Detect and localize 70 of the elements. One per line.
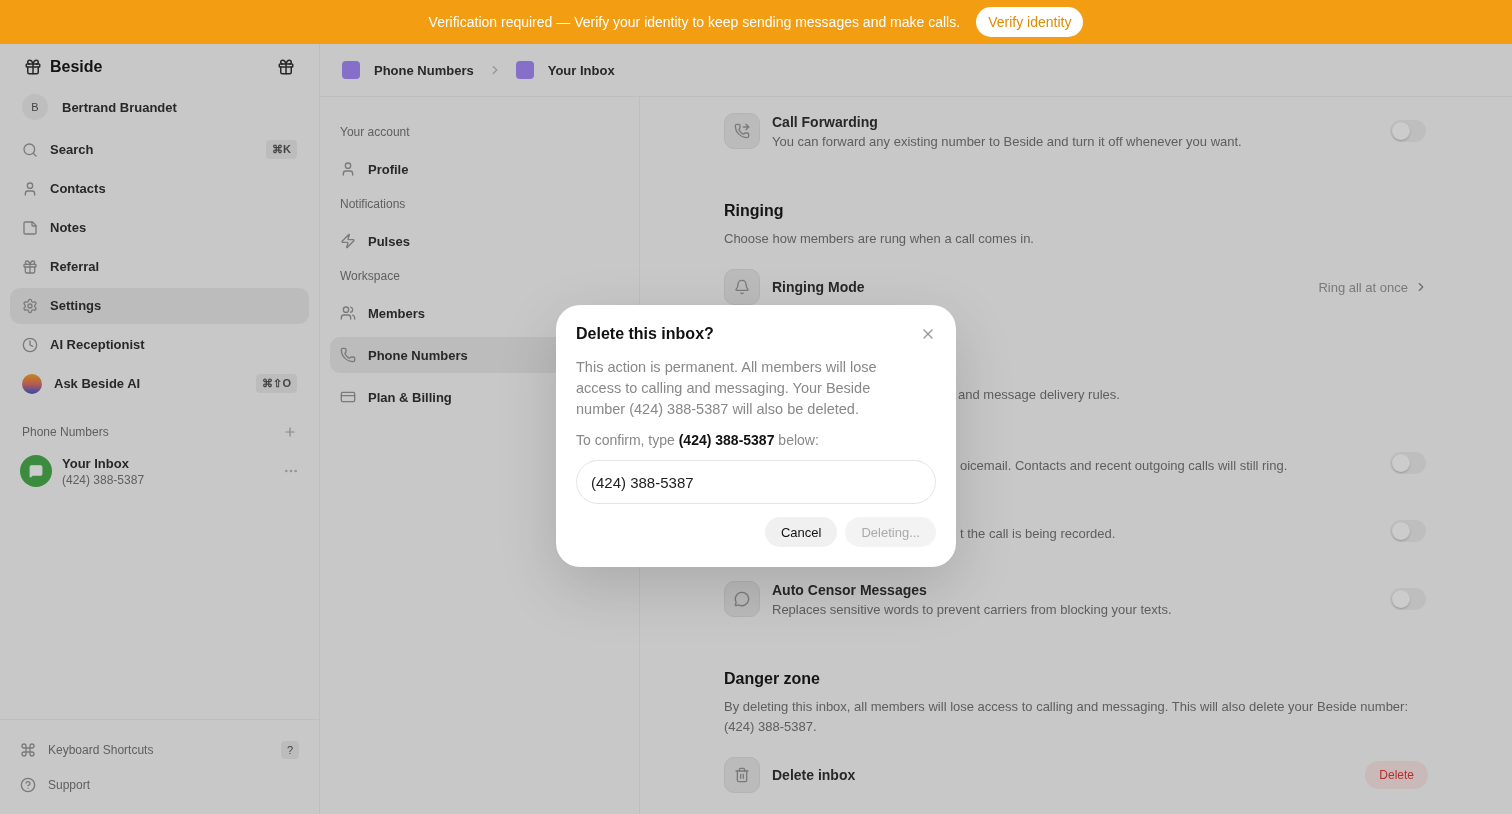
- orb-icon: [22, 373, 42, 394]
- section-description: By deleting this inbox, all members will lose access to calling and messaging. This will also delete your Beside number: (424) 388-5387.: [724, 698, 1410, 736]
- gift-icon: [22, 258, 38, 275]
- inbox-icon: [515, 61, 534, 79]
- inbox-avatar: [20, 455, 52, 487]
- help-icon: [20, 776, 36, 793]
- bolt-icon: [340, 233, 356, 249]
- nav-item[interactable]: Notes: [10, 209, 309, 246]
- user-name: Bertrand Bruandet: [62, 99, 177, 115]
- forward-icon: [734, 123, 750, 139]
- person-icon: [340, 161, 356, 177]
- gift-icon: [24, 58, 42, 76]
- person-icon: [22, 180, 38, 197]
- section-title: Phone Numbers: [22, 425, 109, 439]
- nav-item[interactable]: Contacts: [10, 170, 309, 207]
- group-title: Workspace: [339, 268, 401, 285]
- inbox-number: (424) 388-5387: [62, 472, 146, 487]
- nav-item[interactable]: Referral: [10, 248, 309, 285]
- toggle-switch[interactable]: [1390, 520, 1426, 542]
- row-description: oicemail. Contacts and recent outgoing calls will still ring.: [960, 457, 1289, 473]
- section-description: Choose how members are rung when a call comes in.: [724, 230, 1035, 248]
- plus-icon[interactable]: [283, 425, 297, 439]
- brand-name: Beside: [50, 58, 103, 76]
- shortcut-key: ⌘K: [266, 140, 297, 159]
- nav-item[interactable]: Settings: [10, 287, 309, 324]
- inbox-icon: [342, 61, 360, 79]
- breadcrumb-link[interactable]: Phone Numbers: [374, 62, 474, 78]
- user-avatar[interactable]: B: [22, 94, 48, 120]
- command-icon: [20, 741, 36, 758]
- trash-icon: [734, 767, 750, 783]
- row-description: You can forward any existing number to Beside and turn it off whenever you want.: [772, 133, 1243, 149]
- settings-nav-item[interactable]: Profile: [330, 151, 629, 187]
- shortcut-key: ?: [280, 740, 299, 759]
- phone-icon: [340, 347, 356, 363]
- bell-icon: [734, 279, 750, 295]
- toggle-switch[interactable]: [1390, 452, 1426, 474]
- people-icon: [340, 305, 356, 321]
- gift-icon[interactable]: [277, 58, 295, 76]
- footer-item[interactable]: Support: [10, 767, 309, 802]
- row-title: Ringing Mode: [772, 279, 866, 295]
- group-title: Your account: [339, 124, 411, 141]
- section-description: and message delivery rules.: [958, 386, 1121, 404]
- confirm-prompt: To confirm, type (424) 388-5387 below:: [576, 432, 820, 448]
- confirm-input[interactable]: (424) 388-5387: [576, 460, 936, 504]
- row-title: Auto Censor Messages: [772, 581, 928, 598]
- clock-icon: [22, 336, 38, 353]
- chat-icon: [734, 591, 750, 607]
- search-icon: [22, 141, 38, 158]
- group-title: Notifications: [339, 196, 407, 213]
- settings-icon: [22, 297, 38, 314]
- row-description: Replaces sensitive words to prevent carriers from blocking your texts.: [772, 601, 1173, 617]
- card-icon: [340, 389, 356, 405]
- nav-item[interactable]: Search ⌘K: [10, 131, 309, 168]
- banner-text: Verification required — Verify your identity to keep sending messages and make calls.: [428, 14, 961, 30]
- row-title: Call Forwarding: [772, 113, 879, 130]
- nav-item[interactable]: AI Receptionist: [10, 326, 309, 363]
- section-heading: Ringing: [724, 202, 784, 219]
- shortcut-key: ⌘⇧O: [256, 374, 297, 393]
- row-description: t the call is being recorded.: [960, 525, 1117, 541]
- section-heading: Danger zone: [724, 670, 820, 687]
- row-title: Delete inbox: [772, 767, 857, 783]
- cancel-button[interactable]: Cancel: [765, 517, 838, 547]
- breadcrumb-link[interactable]: Your Inbox: [547, 62, 615, 78]
- nav-item[interactable]: Ask Beside AI ⌘⇧O: [10, 365, 309, 402]
- footer-item[interactable]: Keyboard Shortcuts ?: [10, 732, 309, 767]
- toggle-switch[interactable]: [1390, 588, 1426, 610]
- note-icon: [22, 219, 38, 236]
- inbox-name[interactable]: Your Inbox: [62, 455, 273, 471]
- settings-nav-item[interactable]: Pulses: [330, 223, 629, 259]
- toggle-switch[interactable]: [1390, 120, 1426, 142]
